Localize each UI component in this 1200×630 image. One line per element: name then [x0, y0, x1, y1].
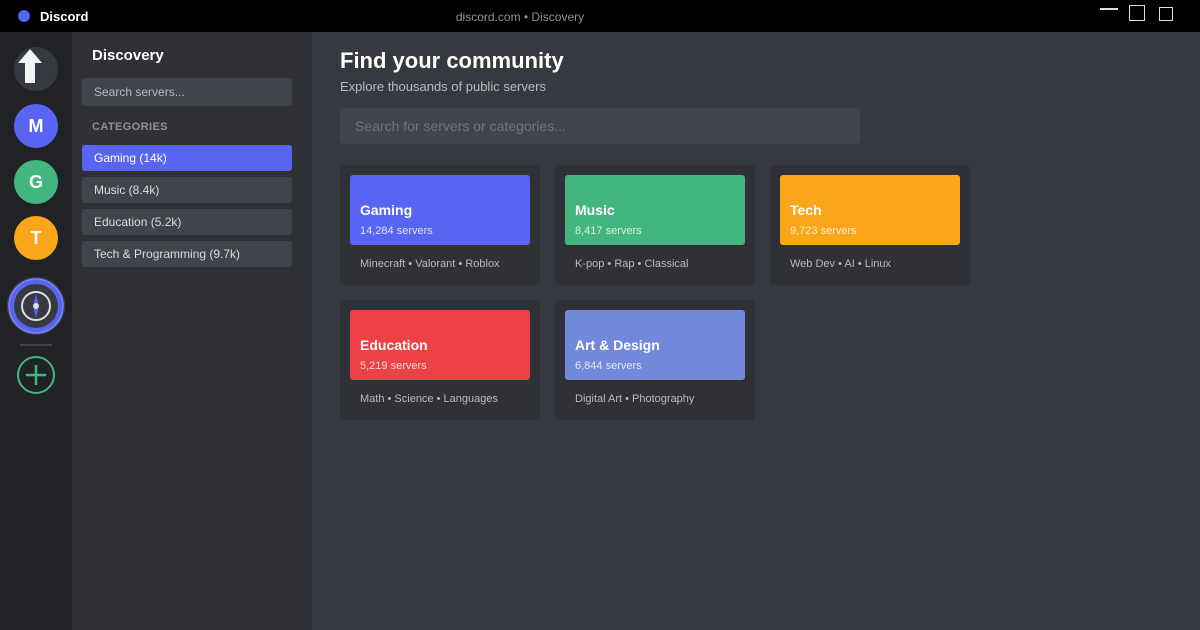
category-label: Education (5.2k)	[94, 215, 182, 229]
card-tags: K-pop • Rap • Classical	[575, 258, 689, 270]
server-icon-t[interactable]: T	[14, 216, 58, 260]
home-button[interactable]	[14, 47, 58, 91]
card-title: Gaming	[360, 202, 413, 218]
close-window-icon[interactable]	[1159, 7, 1173, 21]
card-banner: Education 5,219 servers	[350, 310, 530, 380]
page-title: Find your community	[340, 48, 564, 73]
card-tags: Web Dev • AI • Linux	[790, 258, 892, 270]
card-title: Tech	[790, 202, 822, 218]
category-label: Music (8.4k)	[94, 183, 160, 197]
card-banner: Music 8,417 servers	[565, 175, 745, 245]
server-icon-g[interactable]: G	[14, 160, 58, 204]
category-item-education[interactable]: Education (5.2k)	[82, 209, 292, 235]
card-server-count: 6,844 servers	[575, 360, 642, 372]
server-initial: T	[30, 227, 42, 248]
discovery-sidebar: Discovery CATEGORIES Gaming (14k) Music …	[72, 32, 312, 630]
card-server-count: 14,284 servers	[360, 225, 433, 237]
maximize-icon[interactable]	[1129, 5, 1145, 21]
card-tags: Math • Science • Languages	[360, 393, 498, 405]
explore-discoverable-servers-button[interactable]	[7, 277, 65, 335]
sidebar-title: Discovery	[92, 47, 164, 64]
card-server-count: 8,417 servers	[575, 225, 642, 237]
server-icon-m[interactable]: M	[14, 104, 58, 148]
home-arrow-icon	[18, 49, 42, 83]
categories-heading: CATEGORIES	[92, 121, 168, 133]
server-initial: G	[28, 171, 43, 192]
category-card-tech[interactable]: Tech 9,723 servers Web Dev • AI • Linux	[770, 165, 970, 285]
card-server-count: 9,723 servers	[790, 225, 857, 237]
compass-icon	[8, 278, 64, 334]
category-card-gaming[interactable]: Gaming 14,284 servers Minecraft • Valora…	[340, 165, 540, 285]
sidebar-search-input[interactable]	[82, 78, 292, 106]
card-banner: Tech 9,723 servers	[780, 175, 960, 245]
card-title: Education	[360, 337, 428, 353]
server-initial: M	[28, 115, 44, 136]
card-banner: Art & Design 6,844 servers	[565, 310, 745, 380]
category-item-music[interactable]: Music (8.4k)	[82, 177, 292, 203]
page-subtitle: Explore thousands of public servers	[340, 79, 546, 94]
card-server-count: 5,219 servers	[360, 360, 427, 372]
discovery-main: Find your community Explore thousands of…	[312, 32, 1200, 630]
rail-separator	[20, 344, 52, 346]
card-tags: Digital Art • Photography	[575, 393, 695, 405]
category-label: Gaming (14k)	[94, 151, 167, 165]
category-card-art-design[interactable]: Art & Design 6,844 servers Digital Art •…	[555, 300, 755, 420]
card-title: Music	[575, 202, 615, 218]
category-card-education[interactable]: Education 5,219 servers Math • Science •…	[340, 300, 540, 420]
server-rail: M G T	[0, 32, 72, 630]
community-search-input[interactable]	[340, 108, 860, 144]
window-url: discord.com • Discovery	[455, 10, 585, 24]
title-bar: Discord discord.com • Discovery	[0, 0, 1200, 32]
category-item-tech-programming[interactable]: Tech & Programming (9.7k)	[82, 241, 292, 267]
card-tags: Minecraft • Valorant • Roblox	[360, 258, 500, 270]
plus-circle-icon	[17, 356, 55, 394]
card-banner: Gaming 14,284 servers	[350, 175, 530, 245]
category-card-music[interactable]: Music 8,417 servers K-pop • Rap • Classi…	[555, 165, 755, 285]
category-label: Tech & Programming (9.7k)	[94, 247, 241, 261]
card-title: Art & Design	[575, 337, 660, 353]
category-item-gaming[interactable]: Gaming (14k)	[82, 145, 292, 171]
add-server-button[interactable]	[17, 356, 55, 394]
minimize-icon[interactable]	[1100, 8, 1118, 10]
